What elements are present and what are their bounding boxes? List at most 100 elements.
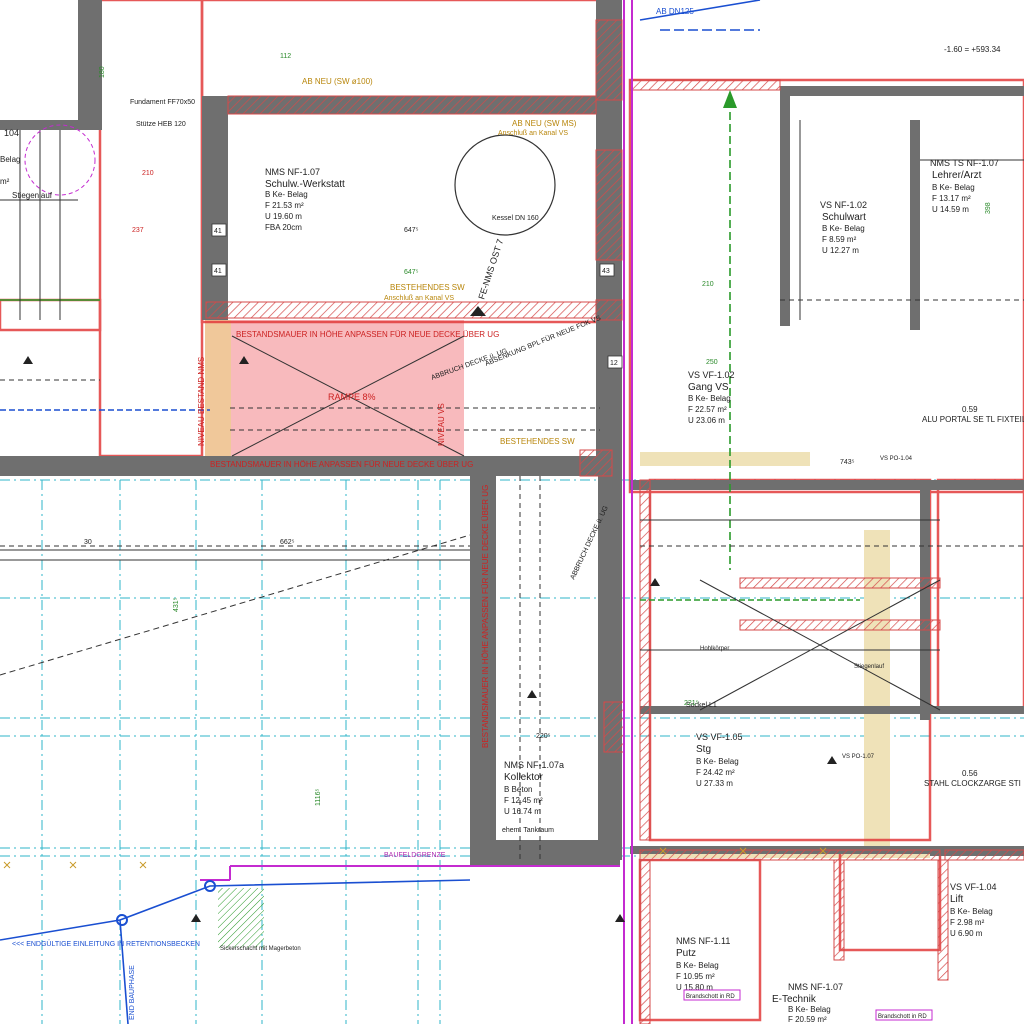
ab-dn125-label: AB DN125 <box>656 7 694 16</box>
dim-label: 398 <box>985 202 992 214</box>
room-line: FBA 20cm <box>265 223 302 232</box>
room-line: B Ke- Belag <box>676 961 719 970</box>
steel-frame-label: STAHL CLOCKZARGE STI <box>924 779 1021 788</box>
dim-label: 743⁵ <box>840 459 855 466</box>
dim-label: 220⁵ <box>536 733 551 740</box>
site-boundary-label: BAUFELDGRENZE <box>384 852 446 859</box>
dim-label: 250 <box>706 359 718 366</box>
room-line: F 24.42 m² <box>696 768 735 777</box>
room-line: U 14.59 m <box>932 205 969 214</box>
room-line: U 12.27 m <box>822 246 859 255</box>
wall-note-middle: BESTANDSMAUER IN HÖHE ANPASSEN FÜR NEUE … <box>210 460 473 469</box>
room-title: E-Technik <box>772 994 817 1005</box>
dim-label: 662⁵ <box>280 539 295 546</box>
plan-background <box>0 0 1024 1024</box>
column-label: Stütze HEB 120 <box>136 121 186 128</box>
axis-mark: 41 <box>214 268 222 275</box>
room-title: Kollektor <box>504 772 544 783</box>
room-name: NMS NF-1.07 <box>788 982 843 992</box>
floor-plan: NMS NF-1.07 Schulw.-Werkstatt B Ke- Bela… <box>0 0 1024 1024</box>
room-title: Gang VS <box>688 382 729 393</box>
end-phase-label: END BAUPHASE <box>129 965 136 1020</box>
room-name: NMS NF-1.11 <box>676 936 730 946</box>
axis-mark: 30 <box>84 539 92 546</box>
level-reference: -1.60 = +593.34 <box>944 45 1001 54</box>
room-line: F 2.98 m² <box>950 918 985 927</box>
axis-mark: 12 <box>610 360 618 367</box>
room-name: VS VF-1.04 <box>950 882 997 892</box>
room-line: F 8.59 m² <box>822 235 857 244</box>
dim-label: 237 <box>132 227 144 234</box>
level-vs-label: NIVEAU VS <box>437 403 446 446</box>
room-line: B Ke- Belag <box>950 907 993 916</box>
room-line: F 13.17 m² <box>932 194 971 203</box>
room-name: NMS TS NF-1.07 <box>930 158 999 168</box>
room-line: F 20.59 m² <box>788 1015 827 1024</box>
ramp-label: RAMPE 8% <box>328 392 376 402</box>
room-line: F 21.53 m² <box>265 201 304 210</box>
existing-sewer-label-2: BESTEHENDES SW <box>500 437 575 446</box>
sewer-connection-label: Anschluß an Kanal VS <box>384 295 454 302</box>
room-line: U 19.60 m <box>265 212 302 221</box>
existing-sewer-label: BESTEHENDES SW <box>390 283 465 292</box>
steel-frame-number: 0.56 <box>962 769 978 778</box>
dim-label: 647⁵ <box>404 227 419 234</box>
left-room-belag: Belag <box>0 155 20 164</box>
po-ref-1: VS PO-1.04 <box>880 456 913 462</box>
room-line: B Ke- Belag <box>265 190 308 199</box>
room-line: B Ke- Belag <box>696 757 739 766</box>
ab-neu-top-label: AB NEU (SW ø100) <box>302 77 373 86</box>
wall-note-top: BESTANDSMAUER IN HÖHE ANPASSEN FÜR NEUE … <box>236 330 499 339</box>
room-name: VS VF-1.02 <box>688 370 735 380</box>
sickerschacht-area <box>218 888 264 948</box>
stair-run-label: Stiegenlauf <box>854 664 884 670</box>
room-title: Lehrer/Arzt <box>932 170 982 181</box>
room-title: Lift <box>950 894 964 905</box>
room-line: U 16.74 m <box>504 807 541 816</box>
kessel-label: Kessel DN 160 <box>492 215 539 222</box>
room-name: VS NF-1.02 <box>820 200 867 210</box>
room-line: U 6.90 m <box>950 929 983 938</box>
room-title: Schulw.-Werkstatt <box>265 179 345 190</box>
room-title: Stg <box>696 744 711 755</box>
room-line: U 27.33 m <box>696 779 733 788</box>
dim-label: 210 <box>702 281 714 288</box>
room-line: B Beton <box>504 785 532 794</box>
axis-mark: 41 <box>214 228 222 235</box>
room-line: B Ke- Belag <box>688 394 731 403</box>
room-line: F 22.57 m² <box>688 405 727 414</box>
room-line: F 12.45 m² <box>504 796 543 805</box>
left-room-number: 104 <box>4 128 19 138</box>
beige-strip-2 <box>640 452 810 466</box>
soakaway-label: Sickerschacht mit Magerbeton <box>220 946 301 952</box>
level-area-orange <box>205 320 231 460</box>
room-line: B Ke- Belag <box>932 183 975 192</box>
sewer-connection-label-2: Anschluß an Kanal VS <box>498 130 568 137</box>
room-line: B Ke- Belag <box>788 1005 831 1014</box>
tank-room-label: ehem. Tankraum <box>502 827 554 834</box>
left-room-stair: Stiegenlauf <box>12 191 53 200</box>
alu-portal-number: 0.59 <box>962 405 978 414</box>
ab-neu-sw-label: AB NEU (SW MS) <box>512 119 577 128</box>
dim-label: 210 <box>142 170 154 177</box>
room-name: NMS NF-1.07a <box>504 760 564 770</box>
dim-label: 1116⁵ <box>315 788 322 806</box>
cavity-label: Hohlkörper <box>700 646 729 652</box>
dim-label: 112 <box>280 53 291 60</box>
wall-note-vertical: BESTANDSMAUER IN HÖHE ANPASSEN FÜR NEUE … <box>481 485 490 748</box>
room-line: U 23.06 m <box>688 416 725 425</box>
left-room-area: m² <box>0 177 10 186</box>
dim-label: 180 <box>99 66 106 78</box>
axis-mark: 43 <box>602 268 610 275</box>
foundation-label: Fundament FF70x50 <box>130 99 195 106</box>
room-line: F 10.95 m² <box>676 972 715 981</box>
final-drainage-label: <<< ENDGÜLTIGE EINLEITUNG IN RETENTIONSB… <box>12 940 200 948</box>
dim-label: 647⁵ <box>404 269 419 276</box>
po-ref-2: VS PO-1.07 <box>842 754 875 760</box>
firestop-label-1: Brandschott in RD <box>686 994 735 1000</box>
alu-portal-label: ALU PORTAL SE TL FIXTEIL <box>922 415 1024 424</box>
level-existing-label: NIVEAU BESTAND NMS <box>197 357 206 446</box>
firestop-label-2: Brandschott in RD <box>878 1014 927 1020</box>
room-line: B Ke- Belag <box>822 224 865 233</box>
room-title: Putz <box>676 948 696 959</box>
